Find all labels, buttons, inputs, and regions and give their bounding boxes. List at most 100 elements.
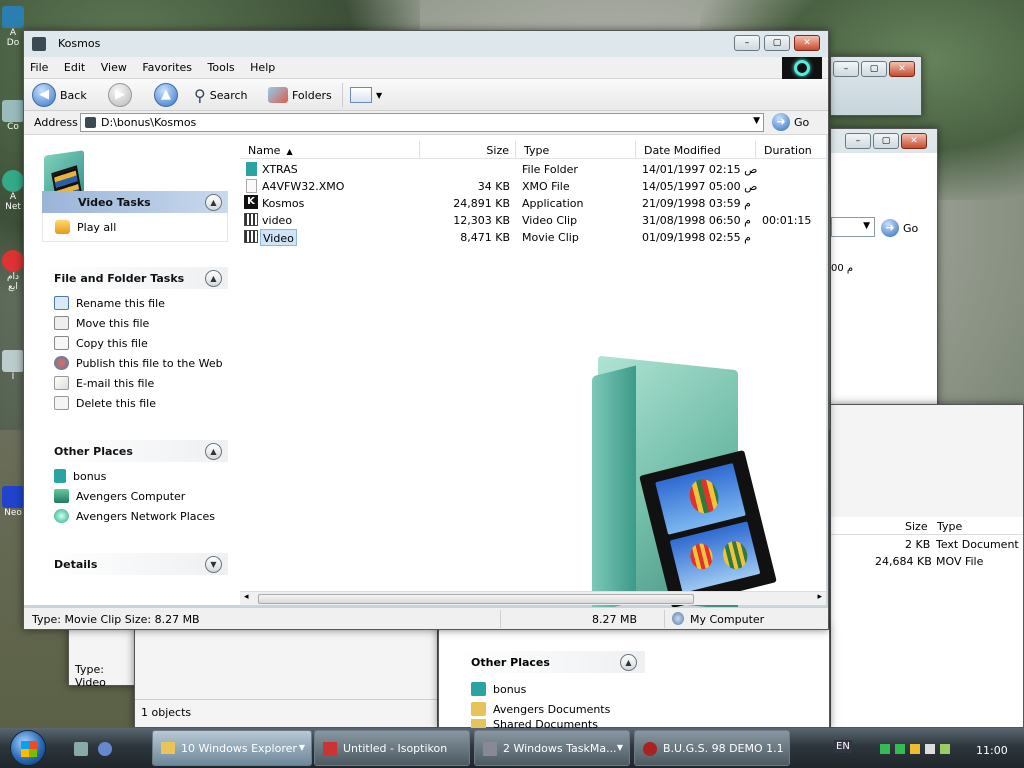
go-arrow-icon: ➜ [881, 219, 899, 237]
views-button[interactable]: ▼ [350, 83, 382, 107]
row-size: 2 KB [905, 538, 931, 551]
desktop-icon[interactable]: I [2, 350, 24, 382]
collapse-chevron-icon[interactable]: ▲ [205, 443, 222, 460]
background-window[interactable]: – ▢ ✕ ▼ ➜ Go م 00 [830, 128, 938, 408]
start-button[interactable] [10, 730, 46, 766]
maximize-button[interactable]: ▢ [873, 133, 899, 149]
other-places-header[interactable]: Other Places ▲ [42, 440, 228, 462]
maximize-button[interactable]: ▢ [861, 61, 887, 77]
column-name[interactable]: Name ▲ [240, 141, 420, 159]
minimize-button[interactable]: – [845, 133, 871, 149]
tray-icon[interactable] [925, 744, 935, 754]
scroll-left-icon[interactable]: ◂ [244, 592, 249, 602]
menu-tools[interactable]: Tools [202, 57, 241, 78]
file-row[interactable]: video 12,303 KB Video Clip 31/08/1998 06… [240, 212, 826, 229]
search-button[interactable]: ⚲ Search [194, 83, 248, 107]
background-window[interactable]: – ▢ ✕ [830, 56, 922, 116]
minimize-button[interactable]: – [833, 61, 859, 77]
task-rename[interactable]: Rename this file [54, 293, 228, 313]
go-button[interactable]: ➜ Go [881, 219, 918, 237]
close-button[interactable]: ✕ [794, 35, 820, 51]
column-type[interactable]: Type [516, 141, 636, 159]
up-button[interactable]: ▲ [154, 83, 178, 107]
language-indicator[interactable]: EN [834, 740, 852, 753]
column-size[interactable]: Size [420, 141, 516, 159]
minimize-button[interactable]: – [734, 35, 760, 51]
address-dropdown[interactable]: ▼ [831, 217, 875, 237]
taskbar-button-isoptikon[interactable]: Untitled - Isoptikon [314, 730, 470, 766]
desktop-icon[interactable]: A Net [2, 170, 24, 212]
scrollbar-thumb[interactable] [258, 594, 694, 604]
clock[interactable]: 11:00 [976, 744, 1008, 757]
desktop-icon[interactable]: Neo [2, 486, 24, 518]
menu-favorites[interactable]: Favorites [136, 57, 198, 78]
video-tasks-header[interactable]: Video Tasks ▲ [42, 191, 228, 213]
forward-button[interactable]: ▶ [108, 83, 132, 107]
video-tasks-panel: Video Tasks ▲ Play all [42, 191, 228, 242]
menu-help[interactable]: Help [244, 57, 281, 78]
place-bonus[interactable]: bonus [54, 466, 228, 486]
task-email[interactable]: E-mail this file [54, 373, 228, 393]
other-places-body: bonus Avengers Computer Avengers Network… [42, 462, 228, 530]
menu-view[interactable]: View [95, 57, 133, 78]
task-move[interactable]: Move this file [54, 313, 228, 333]
maximize-button[interactable]: ▢ [764, 35, 790, 51]
taskbar-button-bugs[interactable]: B.U.G.S. 98 DEMO 1.1 [634, 730, 790, 766]
task-delete[interactable]: Delete this file [54, 393, 228, 413]
window-title: Kosmos [58, 37, 101, 50]
file-row[interactable]: K Kosmos 24,891 KB Application 21/09/199… [240, 195, 826, 212]
background-window[interactable]: Other Places ▲ bonus Avengers Documents … [438, 628, 830, 728]
taskbar-button-explorer[interactable]: 10 Windows Explorer ▼ [152, 730, 312, 766]
go-button[interactable]: ➜ Go [772, 113, 809, 131]
tray-icon[interactable] [940, 744, 950, 754]
chevron-down-icon[interactable]: ▼ [753, 116, 760, 126]
switch-windows-icon[interactable] [98, 742, 112, 756]
folders-button[interactable]: Folders [268, 83, 332, 107]
place-item[interactable]: Shared Documents [471, 719, 598, 728]
background-window[interactable]: Type: Video [68, 628, 136, 689]
place-item[interactable]: bonus [471, 679, 526, 699]
background-window[interactable]: Size Type 2 KB Text Document 24,684 KB M… [830, 404, 1024, 728]
file-list: Name ▲ Size Type Date Modified Duration X… [240, 135, 826, 613]
details-header[interactable]: Details ▼ [42, 553, 228, 575]
move-icon [54, 316, 69, 330]
show-desktop-icon[interactable] [74, 742, 88, 756]
place-network[interactable]: Avengers Network Places [54, 506, 228, 526]
place-item[interactable]: Avengers Documents [471, 699, 610, 719]
column-date-modified[interactable]: Date Modified [636, 141, 756, 159]
file-row-selected[interactable]: Video 8,471 KB Movie Clip 01/09/1998 02:… [240, 229, 826, 246]
expand-chevron-icon[interactable]: ▼ [205, 556, 222, 573]
place-computer[interactable]: Avengers Computer [54, 486, 228, 506]
tray-icon[interactable] [910, 744, 920, 754]
menu-file[interactable]: File [24, 57, 54, 78]
status-size: 8.27 MB [592, 613, 638, 626]
collapse-chevron-icon[interactable]: ▲ [620, 654, 637, 671]
column-duration[interactable]: Duration [756, 141, 826, 159]
desktop-icon[interactable]: A Do [2, 6, 24, 48]
column-type[interactable]: Type [937, 520, 962, 533]
collapse-chevron-icon[interactable]: ▲ [205, 194, 222, 211]
scroll-right-icon[interactable]: ▸ [817, 592, 822, 602]
task-copy[interactable]: Copy this file [54, 333, 228, 353]
explorer-window[interactable]: Kosmos – ▢ ✕ File Edit View Favorites To… [23, 30, 829, 630]
column-size[interactable]: Size [905, 520, 928, 533]
file-tasks-header[interactable]: File and Folder Tasks ▲ [42, 267, 228, 289]
tray-icon[interactable] [895, 744, 905, 754]
taskbar-button-taskmanager[interactable]: 2 Windows TaskMa... ▼ [474, 730, 630, 766]
back-button[interactable]: ◀ Back [32, 83, 87, 107]
task-publish[interactable]: Publish this file to the Web [54, 353, 228, 373]
close-button[interactable]: ✕ [889, 61, 915, 77]
task-play-all[interactable]: Play all [55, 217, 227, 237]
desktop-icon[interactable]: Co [2, 100, 24, 132]
file-row[interactable]: XTRAS File Folder 14/01/1997 02:15 ص [240, 161, 826, 178]
menu-edit[interactable]: Edit [58, 57, 91, 78]
close-button[interactable]: ✕ [901, 133, 927, 149]
file-row[interactable]: A4VFW32.XMO 34 KB XMO File 14/05/1997 05… [240, 178, 826, 195]
tray-icon[interactable] [880, 744, 890, 754]
horizontal-scrollbar[interactable]: ◂ ▸ [240, 591, 826, 605]
background-window[interactable]: 1 objects [134, 628, 438, 728]
collapse-chevron-icon[interactable]: ▲ [205, 270, 222, 287]
title-bar[interactable]: Kosmos – ▢ ✕ [24, 31, 828, 57]
address-field[interactable]: D:\bonus\Kosmos ▼ [80, 113, 764, 132]
desktop-icon[interactable]: دام ابع [2, 250, 24, 292]
